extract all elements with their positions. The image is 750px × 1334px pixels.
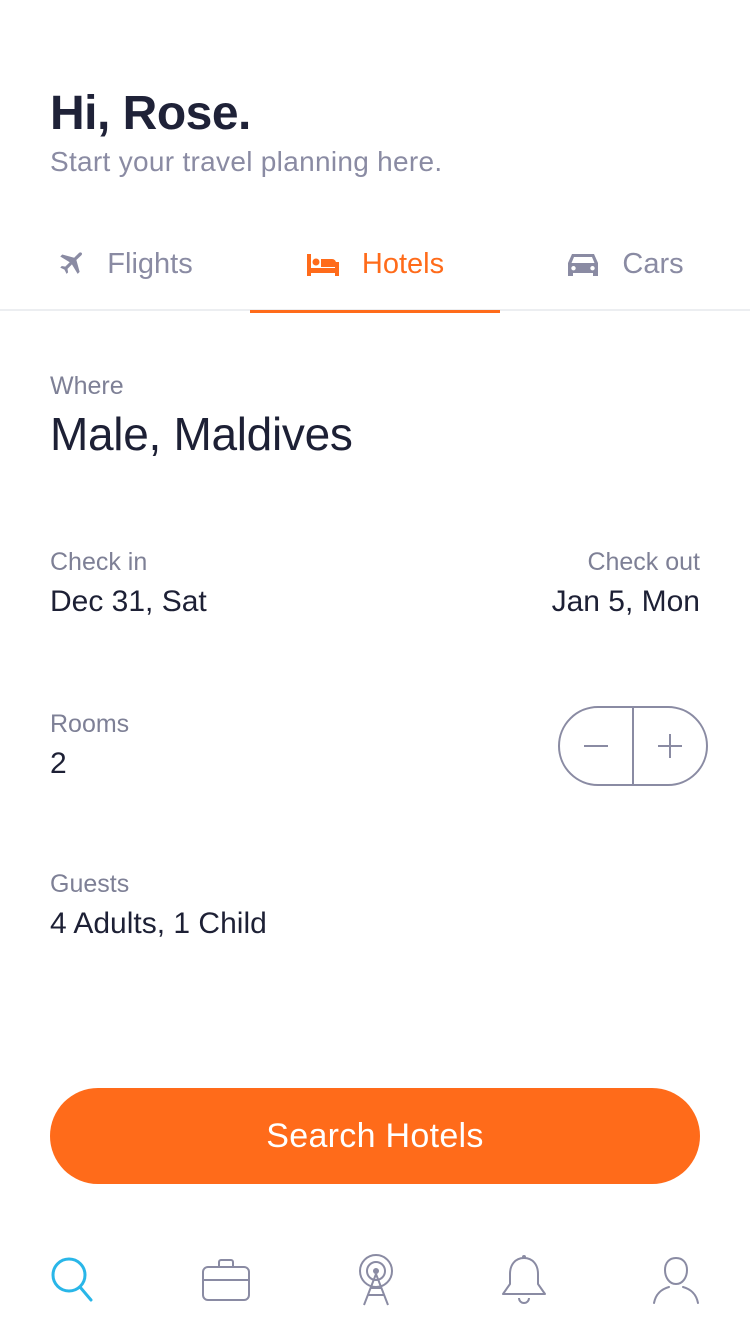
- minus-icon: [584, 745, 608, 747]
- plus-icon: [658, 734, 682, 758]
- check-in-value: Dec 31, Sat: [50, 585, 207, 618]
- explore-icon: [359, 1254, 393, 1306]
- check-in-field[interactable]: Check in Dec 31, Sat: [50, 548, 207, 619]
- car-icon: [566, 251, 600, 279]
- briefcase-icon: [202, 1259, 250, 1301]
- guests-value: 4 Adults, 1 Child: [50, 907, 267, 940]
- nav-profile[interactable]: [646, 1250, 706, 1310]
- nav-search[interactable]: [42, 1250, 102, 1310]
- search-icon: [51, 1257, 93, 1302]
- rooms-stepper: [558, 706, 708, 786]
- bed-icon: [306, 252, 340, 278]
- tab-cars[interactable]: Cars: [500, 218, 750, 311]
- tab-flights[interactable]: Flights: [0, 218, 250, 311]
- check-out-value: Jan 5, Mon: [551, 585, 700, 618]
- tab-cars-label: Cars: [622, 248, 684, 280]
- search-hotels-button[interactable]: Search Hotels: [50, 1088, 700, 1184]
- category-tabs: Flights Hotels Cars: [0, 218, 750, 313]
- where-value: Male, Maldives: [50, 408, 353, 460]
- check-in-label: Check in: [50, 548, 148, 576]
- greeting-subtitle: Start your travel planning here.: [50, 146, 443, 177]
- profile-icon: [653, 1256, 699, 1304]
- plane-icon: [57, 251, 85, 279]
- nav-trips[interactable]: [196, 1250, 256, 1310]
- bell-icon: [502, 1255, 546, 1304]
- bottom-navigation: [0, 1240, 750, 1334]
- rooms-decrement-button[interactable]: [560, 708, 632, 784]
- where-label: Where: [50, 372, 124, 400]
- tab-hotels[interactable]: Hotels: [250, 218, 500, 313]
- greeting-title: Hi, Rose.: [50, 87, 251, 140]
- rooms-increment-button[interactable]: [634, 708, 706, 784]
- rooms-label: Rooms: [50, 710, 130, 738]
- nav-explore[interactable]: [346, 1250, 406, 1310]
- tab-flights-label: Flights: [107, 248, 193, 280]
- where-field[interactable]: Where Male, Maldives: [50, 372, 353, 461]
- check-out-label: Check out: [587, 548, 700, 576]
- guests-label: Guests: [50, 870, 130, 898]
- guests-field[interactable]: Guests 4 Adults, 1 Child: [50, 870, 267, 941]
- tab-hotels-label: Hotels: [361, 248, 445, 280]
- rooms-field: Rooms 2: [50, 710, 129, 781]
- nav-notifications[interactable]: [494, 1250, 554, 1310]
- check-out-field[interactable]: Check out Jan 5, Mon: [552, 548, 700, 619]
- rooms-value: 2: [50, 747, 67, 780]
